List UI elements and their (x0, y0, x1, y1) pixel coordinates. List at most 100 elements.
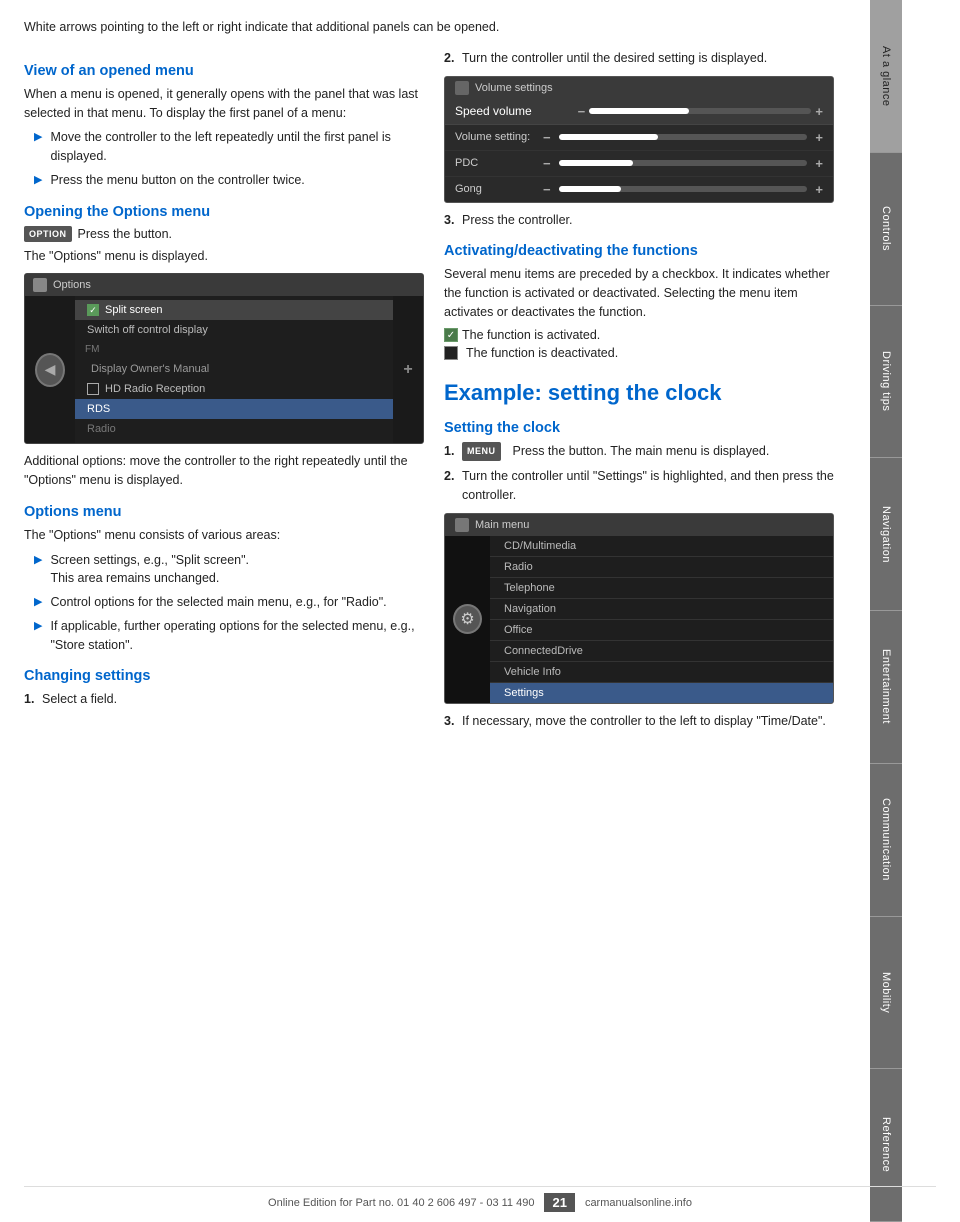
vol-plus-gong[interactable]: + (815, 182, 823, 197)
vol-minus-1[interactable]: − (543, 130, 551, 145)
vol-slider-1 (559, 134, 808, 140)
section-activating-title: Activating/deactivating the functions (444, 243, 834, 259)
footer-text-left: Online Edition for Part no. 01 40 2 606 … (268, 1197, 534, 1209)
right-step-3: 3. Press the controller. (444, 211, 834, 230)
options-screen-title: Options (53, 279, 91, 291)
options-bullet-2: ▶ Control options for the selected main … (34, 593, 424, 612)
unchecked-checkbox-icon (444, 346, 458, 360)
plus-button: + (403, 361, 412, 379)
vol-slider-pdc (559, 160, 808, 166)
options-screen-mockup: Options ◀ ✓ Split screen (24, 273, 424, 444)
vol-label-gong: Gong (455, 183, 535, 195)
gear-icon: ⚙ (453, 604, 482, 634)
options-menu-displayed-text: The "Options" menu is displayed. (24, 247, 424, 266)
menu-radio: Radio (490, 557, 833, 578)
menu-cd-multimedia: CD/Multimedia (490, 536, 833, 557)
vol-minus-gong[interactable]: − (543, 182, 551, 197)
vol-speed-item: Speed volume − + (445, 99, 833, 125)
options-screen-controller: ◀ (25, 296, 75, 443)
check-icon-hd (87, 383, 99, 395)
vol-minus-pdc[interactable]: − (543, 156, 551, 171)
vol-speed-slider: − + (578, 104, 823, 119)
controller-circle: ◀ (35, 353, 65, 387)
bullet-arrow-2: ▶ (34, 172, 42, 189)
example-step-3: 3. If necessary, move the controller to … (444, 712, 834, 731)
menu-office: Office (490, 620, 833, 641)
menu-item-split-screen: ✓ Split screen (75, 300, 393, 320)
menu-item-switch-off: Switch off control display (75, 320, 393, 340)
options-menu-body: The "Options" menu consists of various a… (24, 526, 424, 545)
menu-button-label: MENU (462, 442, 501, 462)
left-column: View of an opened menu When a menu is op… (24, 49, 424, 737)
options-screen-icon (33, 278, 47, 292)
sidebar-tab-controls[interactable]: Controls (870, 153, 902, 306)
unchecked-function-text: The function is deactivated. (466, 346, 618, 360)
menu-telephone: Telephone (490, 578, 833, 599)
page-number: 21 (544, 1193, 574, 1212)
vol-screen-icon (455, 81, 469, 95)
options-bullet-arrow-3: ▶ (34, 618, 42, 635)
sidebar-tab-entertainment[interactable]: Entertainment (870, 611, 902, 764)
vol-fill-pdc (559, 160, 634, 166)
volume-settings-screen: Volume settings Speed volume − + (444, 76, 834, 203)
example-step-1: 1. MENU Press the button. The main menu … (444, 442, 834, 462)
vol-screen-title: Volume settings (475, 82, 553, 94)
vol-item-volume-setting: Volume setting: − + (445, 125, 833, 151)
footer-text-right: carmanualsonline.info (585, 1197, 692, 1209)
menu-settings: Settings (490, 683, 833, 703)
checked-checkbox-icon: ✓ (444, 328, 458, 342)
right-sidebar: At a glance Controls Driving tips Naviga… (870, 0, 902, 1222)
bullet-arrow-1: ▶ (34, 129, 42, 146)
options-bullet-arrow-1: ▶ (34, 552, 42, 569)
checkbox-checked-row: ✓ The function is activated. (444, 328, 834, 342)
bullet-item-1: ▶ Move the controller to the left repeat… (34, 128, 424, 166)
vol-item-gong: Gong − + (445, 177, 833, 202)
options-screen-right: + (393, 296, 423, 443)
checked-function-text: The function is activated. (462, 328, 600, 342)
main-menu-items-list: CD/Multimedia Radio Telephone Navigation… (490, 536, 833, 703)
options-bullet-3: ▶ If applicable, further operating optio… (34, 617, 424, 655)
sidebar-tab-mobility[interactable]: Mobility (870, 917, 902, 1070)
menu-item-radio: Radio (75, 419, 393, 439)
options-screen-menu: ✓ Split screen Switch off control displa… (75, 296, 393, 443)
vol-speed-slider-track (589, 108, 811, 114)
vol-label-1: Volume setting: (455, 131, 535, 143)
checkbox-unchecked-row: The function is deactivated. (444, 346, 834, 360)
main-menu-screen-icon (455, 518, 469, 532)
vol-fill-1 (559, 134, 659, 140)
options-bullet-arrow-2: ▶ (34, 594, 42, 611)
options-bullet-1: ▶ Screen settings, e.g., "Split screen".… (34, 551, 424, 589)
section-opened-menu-body: When a menu is opened, it generally open… (24, 85, 424, 123)
section-changing-title: Changing settings (24, 668, 424, 684)
vol-fill-gong (559, 186, 621, 192)
additional-options-text: Additional options: move the controller … (24, 452, 424, 490)
options-screen-title-bar: Options (25, 274, 423, 296)
sidebar-tab-navigation[interactable]: Navigation (870, 458, 902, 611)
example-step-2: 2. Turn the controller until "Settings" … (444, 467, 834, 505)
vol-plus-pdc[interactable]: + (815, 156, 823, 171)
changing-step-1: 1. Select a field. (24, 690, 424, 709)
vol-speed-plus[interactable]: + (815, 104, 823, 119)
main-menu-screen-title: Main menu (475, 519, 529, 531)
vol-speed-label: Speed volume (455, 104, 578, 118)
intro-paragraph: White arrows pointing to the left or rig… (24, 18, 846, 37)
vol-speed-minus[interactable]: − (578, 104, 586, 119)
setting-clock-subtitle: Setting the clock (444, 420, 834, 436)
main-menu-title-bar: Main menu (445, 514, 833, 536)
right-column: 2. Turn the controller until the desired… (444, 49, 834, 737)
vol-item-pdc: PDC − + (445, 151, 833, 177)
check-icon-split: ✓ (87, 304, 99, 316)
option-button-label: OPTION (24, 226, 72, 242)
activating-body: Several menu items are preceded by a che… (444, 265, 834, 321)
sidebar-tab-driving-tips[interactable]: Driving tips (870, 306, 902, 459)
vol-plus-1[interactable]: + (815, 130, 823, 145)
sidebar-tab-communication[interactable]: Communication (870, 764, 902, 917)
vol-slider-gong (559, 186, 808, 192)
menu-navigation: Navigation (490, 599, 833, 620)
menu-connecteddrive: ConnectedDrive (490, 641, 833, 662)
section-options-menu-title: Options menu (24, 504, 424, 520)
press-button-text: Press the button. (78, 227, 173, 241)
sidebar-tab-at-a-glance[interactable]: At a glance (870, 0, 902, 153)
vol-title-bar: Volume settings (445, 77, 833, 99)
vol-label-pdc: PDC (455, 157, 535, 169)
